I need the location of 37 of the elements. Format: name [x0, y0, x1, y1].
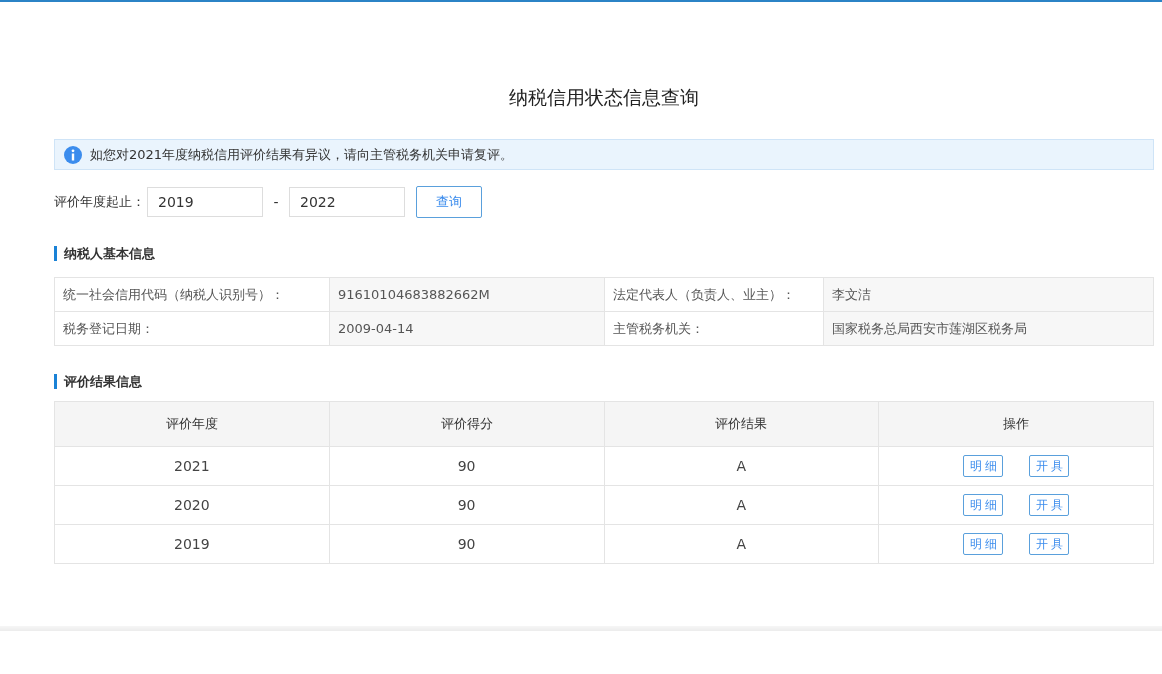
page-title: 纳税信用状态信息查询 — [508, 85, 700, 110]
column-header: 操作 — [878, 401, 1154, 447]
field-label: 统一社会信用代码（纳税人识别号）： — [54, 277, 330, 312]
info-icon — [64, 145, 82, 164]
table-cell: 90 — [329, 524, 604, 564]
field-label: 税务登记日期： — [54, 311, 330, 346]
table-cell: 2019 — [54, 524, 330, 564]
field-value: 李文洁 — [823, 277, 1154, 312]
table-cell: 90 — [329, 485, 604, 525]
action-button[interactable]: 明细 — [963, 455, 1004, 477]
field-value: 国家税务总局西安市莲湖区税务局 — [823, 311, 1154, 346]
table-cell: 90 — [329, 446, 604, 486]
field-value: 91610104683882662M — [329, 277, 605, 312]
action-button[interactable]: 开具 — [1029, 494, 1070, 516]
section-heading: 纳税人基本信息 — [64, 244, 155, 263]
range-separator: - — [272, 194, 280, 210]
column-header: 评价得分 — [329, 401, 604, 447]
table-cell: 2020 — [54, 485, 330, 525]
column-header: 评价年度 — [54, 401, 330, 447]
table-cell: A — [604, 446, 879, 486]
action-button[interactable]: 明细 — [963, 533, 1004, 555]
action-button[interactable]: 明细 — [963, 494, 1004, 516]
start-year-field[interactable]: 2019 — [147, 187, 263, 217]
field-label: 法定代表人（负责人、业主）： — [604, 277, 824, 312]
end-year-field[interactable]: 2022 — [289, 187, 405, 217]
column-header: 评价结果 — [604, 401, 879, 447]
field-label: 主管税务机关： — [604, 311, 824, 346]
action-button[interactable]: 开具 — [1029, 455, 1070, 477]
table-cell: A — [604, 524, 879, 564]
notice-text: 如您对2021年度纳税信用评价结果有异议，请向主管税务机关申请复评。 — [90, 145, 514, 164]
query-button[interactable]: 查询 — [416, 186, 482, 218]
action-button[interactable]: 开具 — [1029, 533, 1070, 555]
table-cell: 2021 — [54, 446, 330, 486]
section-heading: 评价结果信息 — [64, 372, 142, 391]
field-value: 2009-04-14 — [329, 311, 605, 346]
table-cell: A — [604, 485, 879, 525]
year-range-label: 评价年度起止： — [54, 193, 145, 211]
